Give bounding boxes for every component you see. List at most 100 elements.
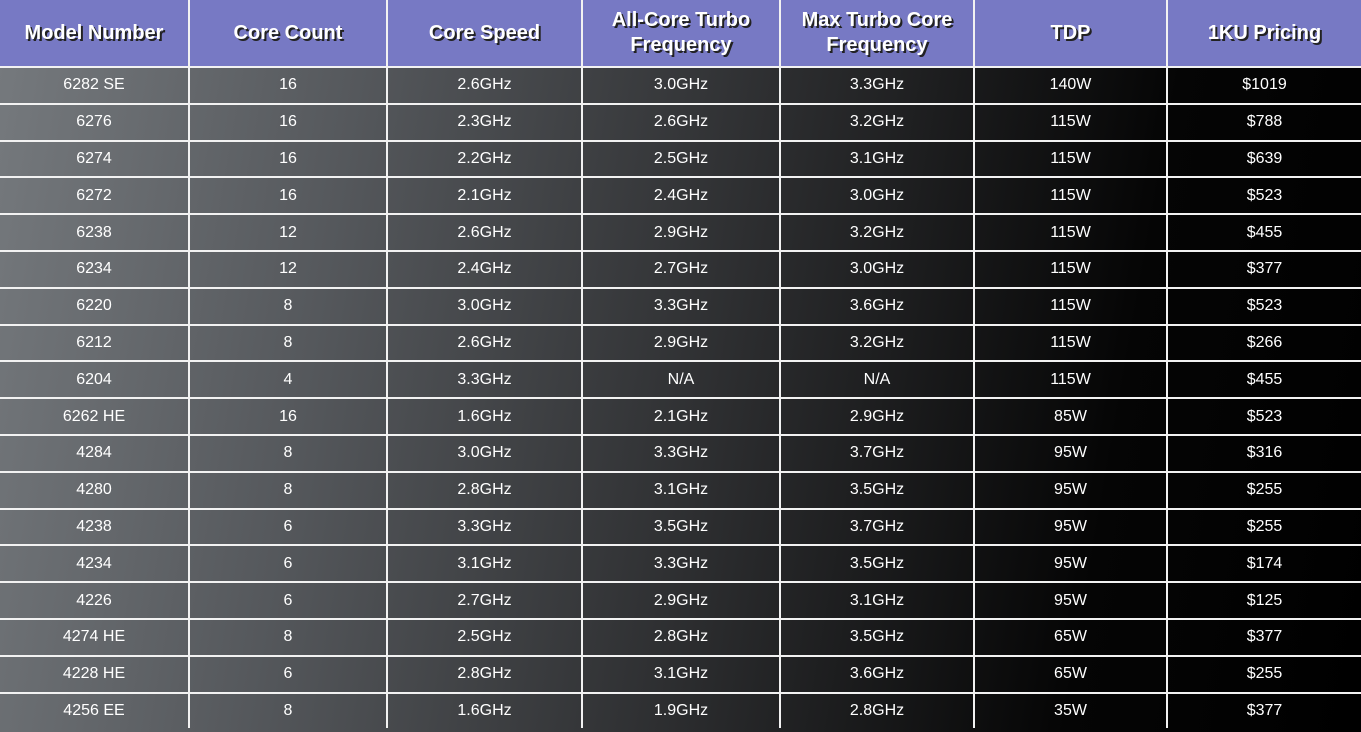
table-cell: 6 [188,507,388,547]
table-cell: 2.8GHz [386,470,583,510]
table-cell: 3.7GHz [779,433,975,473]
table-cell: 3.3GHz [581,286,781,326]
table-cell: 115W [973,323,1168,363]
table-cell: $174 [1166,544,1361,584]
table-cell: 95W [973,470,1168,510]
table-cell: 3.3GHz [386,507,583,547]
table-cell: 2.5GHz [386,617,583,657]
table-cell: 2.4GHz [386,249,583,289]
table-cell: 6262 HE [0,397,190,436]
table-cell: 115W [973,249,1168,289]
table-cell: 4280 [0,470,190,510]
table-cell: 16 [188,139,388,179]
table-cell: $255 [1166,470,1361,510]
table-cell: 95W [973,507,1168,547]
header-row: Model Number Core Count Core Speed All-Core… [0,0,1361,68]
table-cell: 8 [188,323,388,363]
table-cell: $455 [1166,213,1361,252]
table-cell: $639 [1166,139,1361,179]
table-cell: 6 [188,654,388,694]
table-cell: 2.9GHz [581,323,781,363]
table-row: 6262 HE 16 1.6GHz 2.1GHz 2.9GHz 85W $523 [0,397,1361,436]
table-cell: 65W [973,617,1168,657]
table-cell: 2.5GHz [581,139,781,179]
table-cell: 95W [973,544,1168,584]
table-row: 6272 16 2.1GHz 2.4GHz 3.0GHz 115W $523 [0,176,1361,216]
table-row: 4274 HE 8 2.5GHz 2.8GHz 3.5GHz 65W $377 [0,617,1361,657]
table-cell: 115W [973,139,1168,179]
table-cell: 4226 [0,581,190,620]
table-cell: 6276 [0,102,190,142]
table-cell: 2.7GHz [386,581,583,620]
table-cell: 1.6GHz [386,397,583,436]
table-row: 6276 16 2.3GHz 2.6GHz 3.2GHz 115W $788 [0,102,1361,142]
table-cell: 8 [188,691,388,729]
table-cell: 2.4GHz [581,176,781,216]
table-cell: 3.2GHz [779,213,975,252]
table-cell: 3.3GHz [386,360,583,400]
table-cell: $255 [1166,654,1361,694]
table-cell: 3.1GHz [581,470,781,510]
table-row: 6212 8 2.6GHz 2.9GHz 3.2GHz 115W $266 [0,323,1361,363]
table-cell: $377 [1166,691,1361,729]
table-row: 6238 12 2.6GHz 2.9GHz 3.2GHz 115W $455 [0,213,1361,252]
table-cell: 3.1GHz [779,139,975,179]
table-cell: 4284 [0,433,190,473]
table-cell: 65W [973,654,1168,694]
table-cell: 4274 HE [0,617,190,657]
table-cell: 2.6GHz [386,323,583,363]
table-cell: N/A [581,360,781,400]
table-cell: 2.8GHz [386,654,583,694]
slide: Model Number Core Count Core Speed All-Core… [0,0,1361,732]
table-cell: 6282 SE [0,66,190,105]
table-cell: 2.6GHz [581,102,781,142]
table-cell: $377 [1166,249,1361,289]
table-cell: 6272 [0,176,190,216]
table-cell: $523 [1166,286,1361,326]
table-cell: 3.1GHz [779,581,975,620]
table-cell: 3.0GHz [386,286,583,326]
table-cell: 140W [973,66,1168,105]
table-row: 4234 6 3.1GHz 3.3GHz 3.5GHz 95W $174 [0,544,1361,584]
table-cell: 2.8GHz [779,691,975,729]
table-cell: 2.8GHz [581,617,781,657]
table-cell: 3.0GHz [779,176,975,216]
table-cell: 8 [188,617,388,657]
table-cell: 4256 EE [0,691,190,729]
column-header: Model Number [0,0,190,68]
table-row: 6282 SE 16 2.6GHz 3.0GHz 3.3GHz 140W $1019 [0,66,1361,105]
table-cell: 2.7GHz [581,249,781,289]
table-cell: $788 [1166,102,1361,142]
table-cell: 2.9GHz [581,213,781,252]
column-header: TDP [973,0,1168,68]
table-cell: $316 [1166,433,1361,473]
table-cell: 3.6GHz [779,654,975,694]
table-cell: 6220 [0,286,190,326]
table-cell: 3.2GHz [779,323,975,363]
table-cell: 85W [973,397,1168,436]
table-body: 6282 SE 16 2.6GHz 3.0GHz 3.3GHz 140W $1019 6276… [0,66,1361,729]
table-cell: 6 [188,544,388,584]
table-cell: 2.6GHz [386,213,583,252]
table-cell: 2.9GHz [779,397,975,436]
table-cell: 8 [188,286,388,326]
table-cell: 3.2GHz [779,102,975,142]
table-cell: 2.6GHz [386,66,583,105]
table-row: 6274 16 2.2GHz 2.5GHz 3.1GHz 115W $639 [0,139,1361,179]
table-cell: 2.3GHz [386,102,583,142]
table-cell: 3.1GHz [581,654,781,694]
table-cell: 2.1GHz [581,397,781,436]
table-row: 6234 12 2.4GHz 2.7GHz 3.0GHz 115W $377 [0,249,1361,289]
table-cell: 3.3GHz [581,544,781,584]
table-cell: 12 [188,249,388,289]
column-header: Core Speed [386,0,583,68]
table-cell: 16 [188,176,388,216]
table-cell: 3.3GHz [581,433,781,473]
table-row: 6220 8 3.0GHz 3.3GHz 3.6GHz 115W $523 [0,286,1361,326]
table-cell: 4234 [0,544,190,584]
table-cell: 115W [973,102,1168,142]
column-header: 1KU Pricing [1166,0,1361,68]
table-cell: 3.5GHz [779,470,975,510]
table-row: 4228 HE 6 2.8GHz 3.1GHz 3.6GHz 65W $255 [0,654,1361,694]
table-cell: 16 [188,397,388,436]
